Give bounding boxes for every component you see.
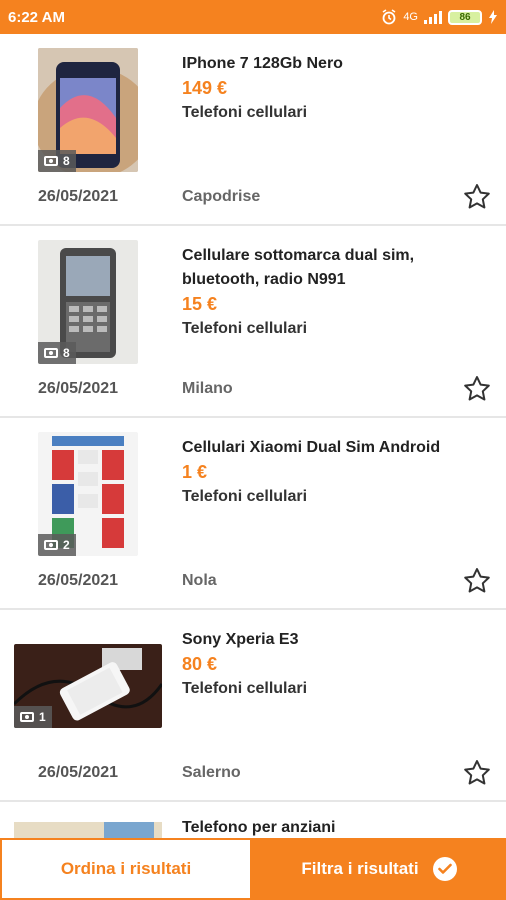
status-bar: 6:22 AM 4G 86 — [0, 0, 506, 34]
listing-category: Telefoni cellulari — [182, 488, 308, 505]
camera-icon — [20, 712, 34, 722]
listing-date: 26/05/2021 — [38, 572, 119, 589]
listing-price: 149 € — [182, 78, 228, 98]
listing-date: 26/05/2021 — [38, 764, 119, 781]
camera-icon — [44, 156, 58, 166]
listing-city: Milano — [182, 380, 233, 397]
camera-icon — [44, 348, 58, 358]
listing-city: Salerno — [182, 764, 241, 781]
listing-thumbnail[interactable]: 1 — [14, 624, 162, 748]
battery-icon: 86 — [448, 9, 482, 25]
listing-photo: 8 — [38, 240, 138, 364]
listing-photo: 1 — [14, 644, 162, 728]
listing-city: Capodrise — [182, 188, 261, 205]
star-outline-icon[interactable] — [462, 566, 492, 596]
listing-date: 26/05/2021 — [38, 380, 119, 397]
listing-price: 80 € — [182, 654, 218, 674]
listing-title[interactable]: Sony Xperia E3 — [182, 628, 482, 652]
listing-category: Telefoni cellulari — [182, 320, 308, 337]
star-outline-icon[interactable] — [462, 182, 492, 212]
listing-title[interactable]: IPhone 7 128Gb Nero — [182, 52, 482, 76]
listing-category: Telefoni cellulari — [182, 680, 308, 697]
photo-count-badge: 8 — [38, 150, 76, 172]
camera-icon — [44, 540, 58, 550]
status-time: 6:22 AM — [8, 8, 65, 26]
sort-results-button[interactable]: Ordina i risultati — [0, 838, 252, 900]
status-icons: 4G 86 — [381, 9, 498, 25]
star-outline-icon[interactable] — [462, 758, 492, 788]
listing-photo: 2 — [38, 432, 138, 556]
listing-title[interactable]: Cellulare sottomarca dual sim, bluetooth… — [182, 244, 482, 292]
listing-date: 26/05/2021 — [38, 188, 119, 205]
listing-card[interactable]: 2 Cellulari Xiaomi Dual Sim Android 1 € … — [0, 418, 506, 610]
listing-category: Telefoni cellulari — [182, 104, 308, 121]
signal-icon — [424, 10, 442, 24]
listing-thumbnail[interactable]: 2 — [14, 432, 162, 556]
listing-thumbnail[interactable]: 8 — [14, 240, 162, 364]
check-circle-icon — [432, 857, 457, 881]
listing-thumbnail[interactable]: 8 — [14, 48, 162, 172]
listing-card[interactable]: 8 IPhone 7 128Gb Nero 149 € Telefoni cel… — [0, 34, 506, 226]
listing-list[interactable]: 8 IPhone 7 128Gb Nero 149 € Telefoni cel… — [0, 34, 506, 862]
listing-card[interactable]: 1 Sony Xperia E3 80 € Telefoni cellulari… — [0, 610, 506, 802]
listing-price: 15 € — [182, 294, 218, 314]
network-type: 4G — [403, 11, 418, 23]
listing-price: 1 € — [182, 462, 208, 482]
listing-title[interactable]: Telefono per anziani — [182, 816, 482, 840]
listing-city: Nola — [182, 572, 217, 589]
filter-results-label: Filtra i risultati — [301, 859, 419, 878]
listing-card[interactable]: 8 Cellulare sottomarca dual sim, bluetoo… — [0, 226, 506, 418]
photo-count-badge: 1 — [14, 706, 52, 728]
photo-count-badge: 2 — [38, 534, 76, 556]
listing-photo: 8 — [38, 48, 138, 172]
charging-icon — [489, 10, 497, 24]
photo-count-badge: 8 — [38, 342, 76, 364]
bottom-action-bar: Ordina i risultati Filtra i risultati — [0, 838, 506, 900]
star-outline-icon[interactable] — [462, 374, 492, 404]
listing-title[interactable]: Cellulari Xiaomi Dual Sim Android — [182, 436, 482, 460]
sort-results-label: Ordina i risultati — [60, 859, 192, 878]
alarm-icon — [382, 9, 396, 25]
filter-results-button[interactable]: Filtra i risultati — [252, 838, 506, 900]
